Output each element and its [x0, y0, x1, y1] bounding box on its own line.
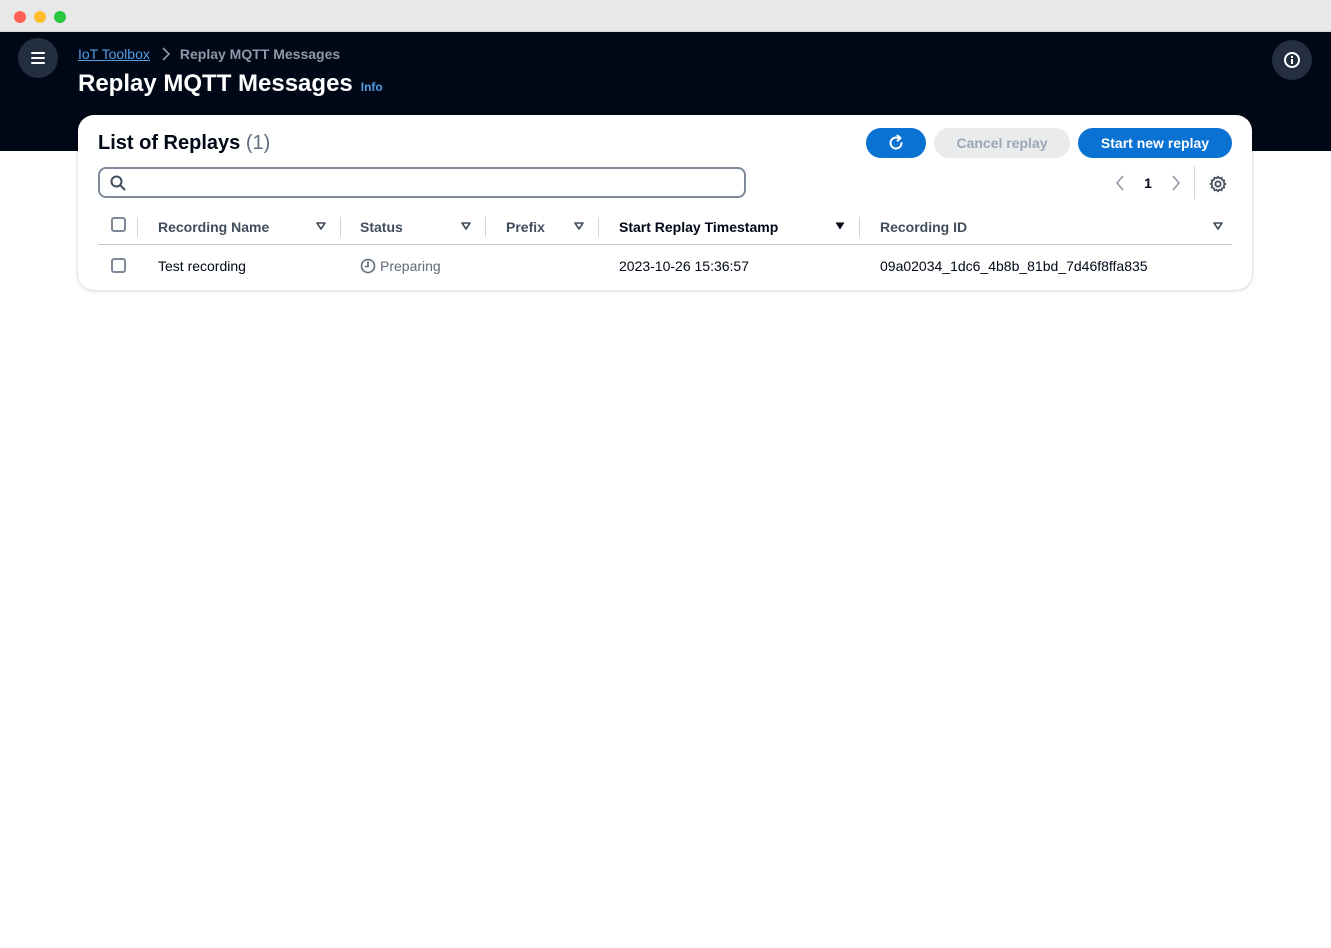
column-header-recording-id[interactable]: Recording ID [880, 209, 967, 245]
cell-start-timestamp: 2023-10-26 15:36:57 [619, 258, 749, 274]
navigation-menu-button[interactable] [18, 38, 58, 78]
breadcrumb-link-iot-toolbox[interactable]: IoT Toolbox [78, 46, 150, 62]
help-panel-button[interactable] [1272, 40, 1312, 80]
info-icon [1284, 52, 1300, 68]
row-select-checkbox[interactable] [111, 258, 126, 273]
table-row[interactable]: Test recording Preparing 2023-10-26 15:3… [98, 245, 1232, 287]
select-all-checkbox[interactable] [111, 217, 126, 232]
sort-down-icon[interactable] [314, 219, 328, 233]
pagination: 1 [1110, 172, 1186, 194]
window-zoom-button[interactable] [54, 11, 66, 23]
column-divider [137, 217, 138, 237]
sort-down-icon[interactable] [459, 219, 473, 233]
pagination-divider [1194, 166, 1195, 199]
chevron-left-icon [1115, 175, 1124, 191]
window-minimize-button[interactable] [34, 11, 46, 23]
column-header-start-replay-timestamp[interactable]: Start Replay Timestamp [619, 209, 778, 245]
replays-container: List of Replays (1) Cancel replay Start … [78, 115, 1252, 290]
column-header-recording-name[interactable]: Recording Name [158, 209, 269, 245]
column-header-prefix[interactable]: Prefix [506, 209, 545, 245]
search-field[interactable] [98, 167, 746, 198]
refresh-icon [889, 134, 903, 150]
sort-down-icon[interactable] [572, 219, 586, 233]
sort-descending-icon[interactable] [833, 219, 847, 233]
page-number-1[interactable]: 1 [1130, 175, 1166, 191]
column-header-status[interactable]: Status [360, 209, 403, 245]
replays-count: (1) [245, 132, 271, 154]
info-link[interactable]: Info [361, 80, 383, 94]
refresh-button[interactable] [866, 128, 926, 158]
breadcrumb-current: Replay MQTT Messages [179, 46, 341, 62]
search-input[interactable] [132, 169, 744, 196]
hamburger-icon [31, 52, 45, 64]
next-page-button[interactable] [1166, 172, 1186, 194]
replays-table: Recording Name Status Prefix Start Repla… [98, 209, 1232, 287]
cancel-replay-button[interactable]: Cancel replay [934, 128, 1070, 158]
window-titlebar [0, 0, 1331, 32]
replays-heading: List of Replays (1) [98, 132, 270, 155]
page-title-row: Replay MQTT Messages Info [78, 70, 383, 98]
status-text: Preparing [380, 258, 441, 274]
page-title: Replay MQTT Messages [78, 70, 353, 97]
clock-icon [360, 258, 376, 274]
column-divider [598, 217, 599, 237]
search-icon [110, 175, 126, 190]
table-preferences-button[interactable] [1207, 173, 1229, 195]
sort-down-icon[interactable] [1211, 219, 1225, 233]
breadcrumb: IoT Toolbox Replay MQTT Messages [78, 46, 340, 62]
column-divider [340, 217, 341, 237]
cell-recording-name: Test recording [158, 258, 246, 274]
gear-icon [1209, 175, 1227, 193]
cell-status: Preparing [360, 245, 441, 287]
previous-page-button[interactable] [1110, 172, 1130, 194]
column-divider [859, 217, 860, 237]
chevron-right-icon [162, 47, 170, 61]
window-close-button[interactable] [14, 11, 26, 23]
column-divider [485, 217, 486, 237]
cell-recording-id: 09a02034_1dc6_4b8b_81bd_7d46f8ffa835 [880, 258, 1148, 274]
chevron-right-icon [1172, 175, 1181, 191]
replays-title: List of Replays [98, 132, 241, 154]
start-new-replay-button[interactable]: Start new replay [1078, 128, 1232, 158]
table-header-row: Recording Name Status Prefix Start Repla… [98, 209, 1232, 245]
